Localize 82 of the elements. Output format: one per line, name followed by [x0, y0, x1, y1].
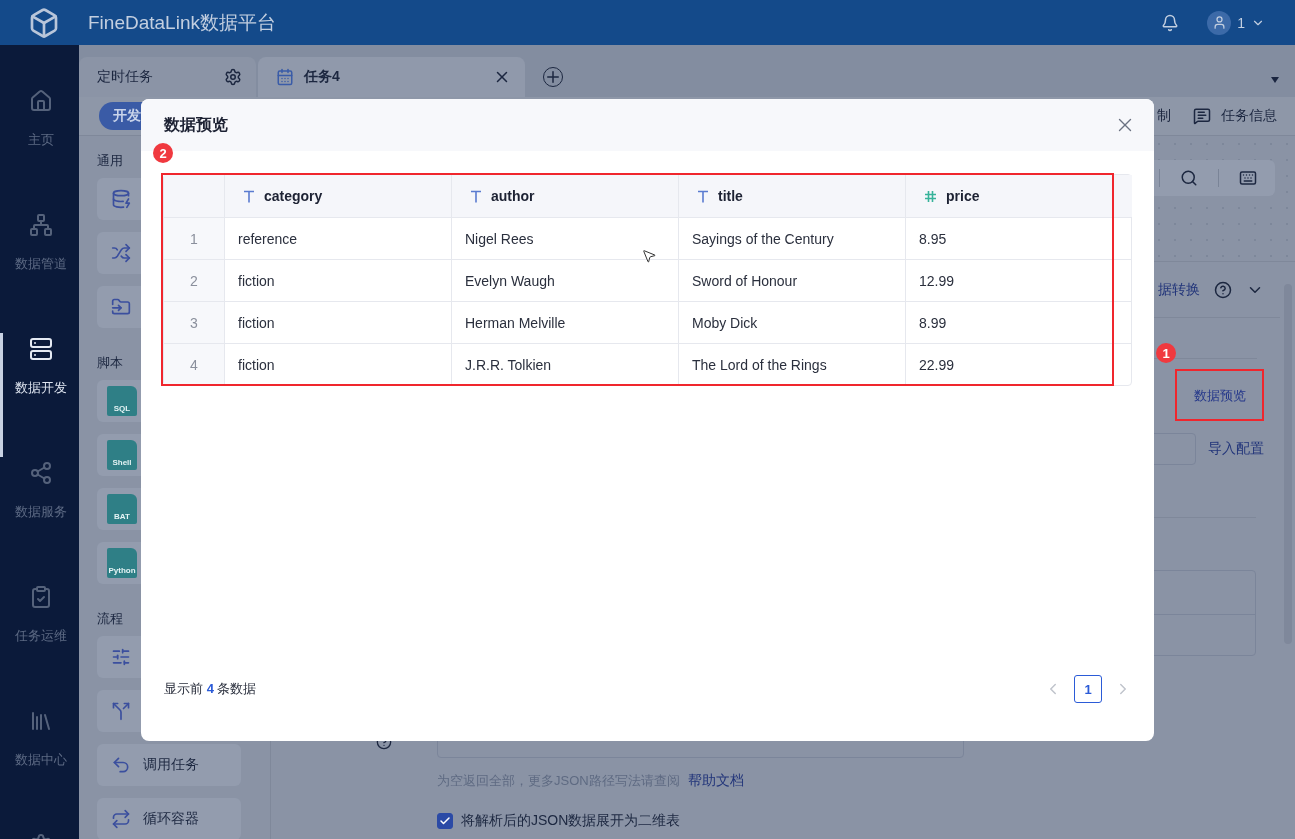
row-number: 2: [164, 259, 224, 301]
column-header: category: [224, 175, 451, 217]
tab[interactable]: 任务4: [258, 57, 525, 97]
check-icon: [439, 815, 451, 827]
bell-icon[interactable]: [1161, 13, 1180, 32]
dialog-title: 数据预览: [164, 114, 229, 135]
server-icon: [29, 337, 53, 361]
network-icon: [29, 213, 53, 237]
row-number: 4: [164, 343, 224, 385]
shuffle-icon: [111, 243, 131, 263]
cursor-icon: [641, 248, 657, 264]
table-cell: J.R.R. Tolkien: [451, 343, 678, 385]
checkbox-label: 将解析后的JSON数据展开为二维表: [461, 812, 681, 830]
panel-tab[interactable]: 据转换: [1158, 280, 1200, 299]
app-title: FineDataLink数据平台: [88, 10, 277, 35]
column-header: title: [678, 175, 905, 217]
nav-item[interactable]: 数据服务: [0, 457, 79, 581]
nav-item[interactable]: 数据管道: [0, 209, 79, 333]
share-icon: [29, 461, 53, 485]
row-number: 3: [164, 301, 224, 343]
text-type-icon: [243, 189, 255, 203]
row-number: 1: [164, 217, 224, 259]
palette-card[interactable]: 循环容器: [97, 798, 241, 839]
settings-icon[interactable]: [224, 68, 242, 86]
toolbar-action[interactable]: 任务信息: [1193, 107, 1277, 125]
toolbar-action[interactable]: 制: [1157, 107, 1171, 125]
table-cell: reference: [224, 217, 451, 259]
page-button[interactable]: 1: [1074, 675, 1102, 703]
table-cell: fiction: [224, 259, 451, 301]
script-file-icon: BAT: [107, 494, 137, 524]
caret-icon[interactable]: [1271, 77, 1279, 83]
text-type-icon: [697, 189, 709, 203]
header-corner: [164, 175, 224, 217]
return-arrow-icon: [111, 755, 131, 775]
table-cell: Evelyn Waugh: [451, 259, 678, 301]
hash-icon: [924, 189, 937, 203]
table-cell: Sayings of the Century: [678, 217, 905, 259]
checkbox[interactable]: [437, 813, 453, 829]
folder-icon: [111, 297, 131, 317]
calendar-icon: [276, 68, 294, 86]
table-cell: The Lord of the Rings: [678, 343, 905, 385]
table-cell: 8.95: [905, 217, 1132, 259]
text-type-icon: [470, 189, 482, 203]
user-name[interactable]: 1: [1237, 14, 1245, 31]
table-cell: Herman Melville: [451, 301, 678, 343]
search-icon[interactable]: [1180, 169, 1198, 187]
section-title: 脚本: [97, 354, 123, 372]
nav-item[interactable]: 主页: [0, 85, 79, 209]
section-title: 流程: [97, 610, 123, 628]
script-file-icon: SQL: [107, 386, 137, 416]
database-icon: [111, 189, 131, 209]
step-marker: 1: [1156, 343, 1176, 363]
data-preview-button[interactable]: 数据预览: [1177, 371, 1262, 421]
table-cell: fiction: [224, 301, 451, 343]
library-icon: [29, 709, 53, 733]
help-link[interactable]: 帮助文档: [687, 772, 744, 790]
table-cell: Moby Dick: [678, 301, 905, 343]
table-cell: 22.99: [905, 343, 1132, 385]
split-icon: [111, 701, 131, 721]
tab[interactable]: 定时任务: [79, 57, 256, 97]
footer-text: 显示前 4 条数据: [164, 680, 258, 698]
clipboard-check-icon: [29, 585, 53, 609]
table-cell: 8.99: [905, 301, 1132, 343]
message-icon: [1193, 107, 1211, 125]
palette-card[interactable]: 调用任务: [97, 744, 241, 786]
step-marker: 2: [153, 143, 173, 163]
nav-item[interactable]: 任务运维: [0, 581, 79, 705]
table-cell: 12.99: [905, 259, 1132, 301]
script-file-icon: Python: [107, 548, 137, 578]
nav-item[interactable]: 数据中心: [0, 705, 79, 829]
repeat-icon: [111, 809, 131, 829]
home-icon: [29, 89, 53, 113]
script-file-icon: Shell: [107, 440, 137, 470]
column-header: author: [451, 175, 678, 217]
avatar-icon[interactable]: [1207, 10, 1232, 35]
keyboard-icon[interactable]: [1239, 169, 1257, 187]
import-link[interactable]: 导入配置: [1208, 440, 1264, 458]
table-cell: Sword of Honour: [678, 259, 905, 301]
sliders-icon: [111, 647, 131, 667]
section-title: 通用: [97, 152, 123, 170]
cube-logo-icon: [28, 6, 60, 39]
column-header: price: [905, 175, 1132, 217]
